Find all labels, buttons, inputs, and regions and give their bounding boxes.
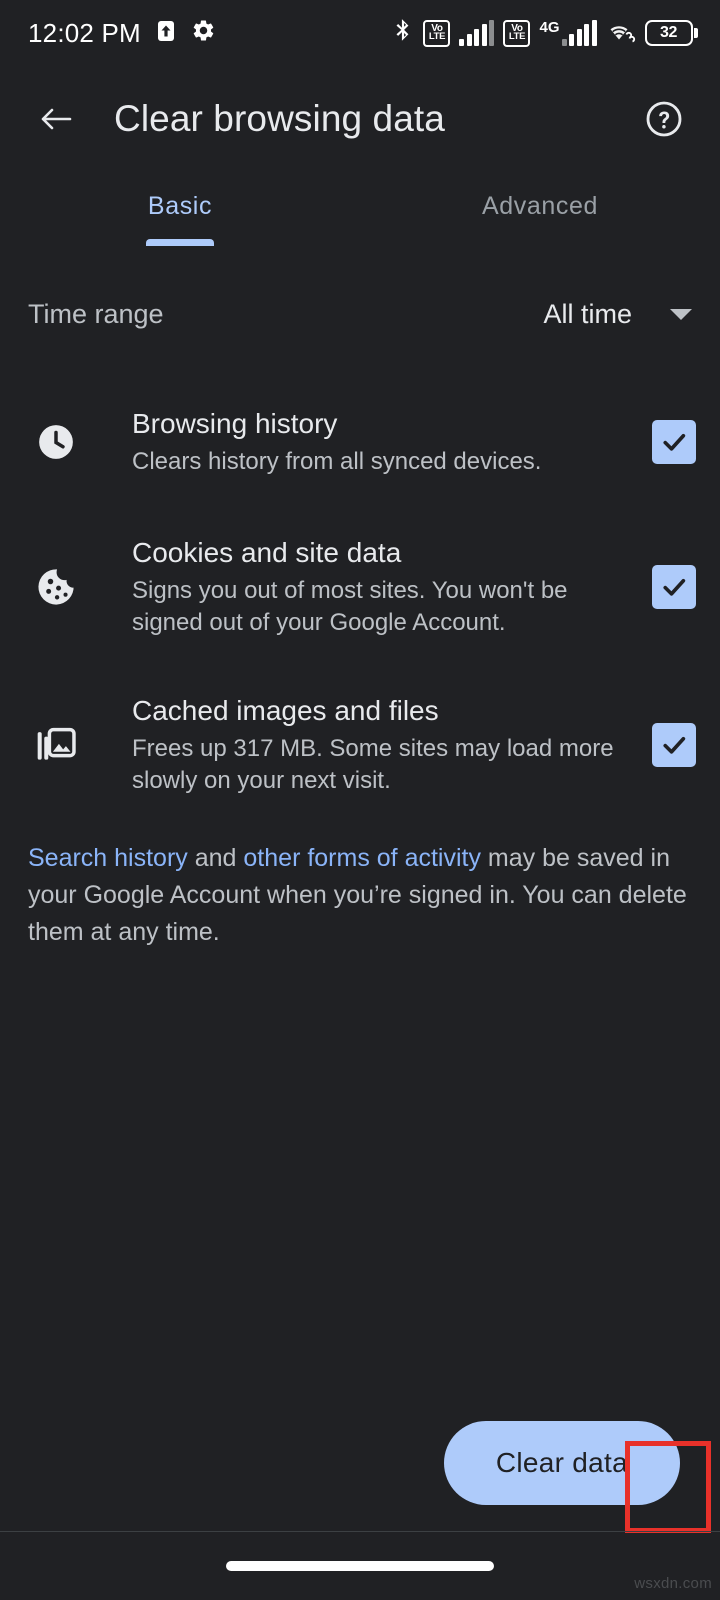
checkbox-cookies-site-data[interactable] [652, 565, 696, 609]
system-nav-bar [0, 1532, 720, 1600]
clear-data-button[interactable]: Clear data [443, 1421, 680, 1505]
app-bar: Clear browsing data [0, 66, 720, 172]
option-subtitle: Signs you out of most sites. You won't b… [132, 577, 568, 636]
option-title: Browsing history [132, 408, 338, 440]
page-title: Clear browsing data [114, 98, 445, 139]
option-subtitle: Frees up 317 MB. Some sites may load mor… [132, 735, 614, 794]
time-range-label: Time range [28, 298, 164, 329]
battery-indicator: 32 [644, 20, 698, 46]
back-button[interactable] [28, 91, 84, 147]
tab-active-indicator [146, 239, 214, 246]
check-icon [663, 433, 686, 451]
signal-bars-sim2 [561, 20, 597, 46]
volte-bottom-text-2: LTE [508, 31, 526, 43]
option-title: Cached images and files [132, 695, 439, 727]
status-bar-left: 12:02 PM [28, 18, 216, 49]
watermark: wsxdn.com [634, 1575, 712, 1592]
time-range-selector[interactable]: Time range All time [0, 276, 720, 352]
mobile-data-group: 4G [539, 19, 597, 46]
check-icon [663, 578, 686, 596]
status-bar-right: Vo LTE Vo LTE 4G 32 [392, 18, 698, 49]
battery-level-text: 32 [660, 24, 677, 41]
bottom-action-bar: Clear data [0, 1421, 720, 1505]
upload-arrow-icon [154, 19, 178, 48]
photo-library-icon [28, 723, 84, 767]
option-cookies-text: Cookies and site data Signs you out of m… [84, 535, 652, 638]
tab-bar: Basic Advanced [0, 172, 720, 264]
footnote-conjunction: and [187, 844, 244, 872]
status-bar-clock: 12:02 PM [28, 17, 141, 48]
option-cookies-site-data[interactable]: Cookies and site data Signs you out of m… [0, 508, 720, 666]
clock-icon [28, 420, 84, 464]
help-button[interactable] [636, 91, 692, 147]
status-bar: 12:02 PM Vo LTE Vo LTE 4G 32 [0, 0, 720, 66]
gear-icon [191, 18, 216, 48]
tab-basic[interactable]: Basic [0, 172, 360, 264]
option-browsing-history-text: Browsing history Clears history from all… [84, 406, 652, 478]
volte-bottom-text: LTE [428, 31, 446, 43]
tab-basic-label: Basic [147, 192, 213, 220]
home-gesture-pill[interactable] [226, 1561, 494, 1571]
option-cached-images-files[interactable]: Cached images and files Frees up 317 MB.… [0, 666, 720, 824]
volte-icon-sim2: Vo LTE [503, 19, 531, 47]
option-cached-images-text: Cached images and files Frees up 317 MB.… [84, 693, 652, 796]
back-arrow-icon [41, 108, 72, 130]
help-circle-icon [646, 101, 682, 137]
clear-options-list: Browsing history Clears history from all… [0, 376, 720, 824]
signal-bars-sim1 [459, 20, 495, 46]
other-activity-link[interactable]: other forms of activity [243, 844, 481, 872]
bluetooth-icon [392, 18, 414, 49]
option-browsing-history[interactable]: Browsing history Clears history from all… [0, 376, 720, 508]
tab-advanced[interactable]: Advanced [360, 172, 720, 264]
phone-screen: 12:02 PM Vo LTE Vo LTE 4G 32 Clear brows… [0, 0, 720, 1600]
checkbox-browsing-history[interactable] [652, 420, 696, 464]
chevron-down-icon [670, 308, 692, 320]
cookie-icon [28, 565, 84, 609]
footnote-text: Search history and other forms of activi… [0, 840, 720, 951]
tab-advanced-label: Advanced [482, 192, 598, 220]
volte-icon-sim1: Vo LTE [423, 19, 451, 47]
option-title: Cookies and site data [132, 537, 402, 569]
search-history-link[interactable]: Search history [28, 844, 188, 872]
network-type-label: 4G [539, 19, 560, 36]
wifi-icon [606, 18, 636, 49]
option-subtitle: Clears history from all synced devices. [132, 448, 542, 476]
time-range-value: All time [543, 298, 632, 329]
checkbox-cached-images-files[interactable] [652, 723, 696, 767]
check-icon [663, 736, 686, 754]
